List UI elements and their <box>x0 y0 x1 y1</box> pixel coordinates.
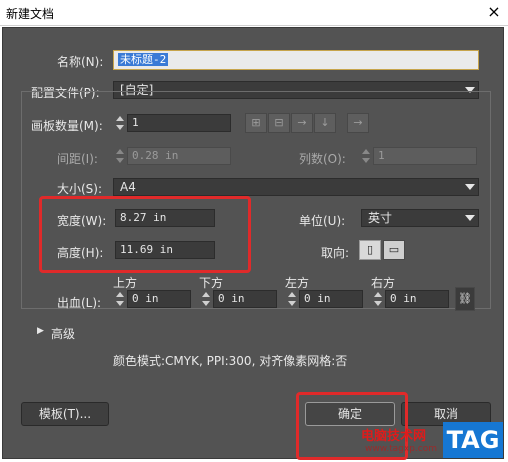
right-to-left-icon[interactable]: → <box>347 113 369 133</box>
units-label: 单位(U): <box>299 214 346 228</box>
name-label: 名称(N): <box>57 55 104 69</box>
columns-stepper[interactable] <box>361 147 371 165</box>
columns-input[interactable]: 1 <box>373 147 477 165</box>
advanced-label[interactable]: 高级 <box>51 325 75 342</box>
artboard-count-label: 画板数量(M): <box>31 119 103 133</box>
bleed-left-stepper[interactable] <box>287 290 297 308</box>
link-icon[interactable]: ⛓ <box>455 287 475 311</box>
orientation-label: 取向: <box>321 246 350 260</box>
bleed-bottom-input[interactable]: 0 in <box>213 290 277 308</box>
bleed-right-label: 右方 <box>371 276 396 290</box>
templates-button[interactable]: 模板(T)... <box>21 402 109 426</box>
size-value: A4 <box>120 180 136 194</box>
title-bar: 新建文档 × <box>0 0 508 26</box>
grid-by-row-icon[interactable]: ⊞ <box>245 113 267 133</box>
bleed-top-label: 上方 <box>113 276 138 290</box>
bleed-right-input[interactable]: 0 in <box>385 290 449 308</box>
highlight-box <box>39 196 251 273</box>
tag-logo: TAG <box>443 422 503 458</box>
watermark-site-text: 电脑技术网 <box>361 429 427 444</box>
name-value: 未标题-2 <box>118 53 169 66</box>
size-label: 大小(S): <box>57 182 103 196</box>
watermark-url-text: www.tagxp.com <box>365 444 437 454</box>
landscape-icon[interactable]: ▭ <box>383 240 405 260</box>
arrange-by-row-icon[interactable]: → <box>291 113 313 133</box>
close-icon[interactable]: × <box>480 0 508 26</box>
bleed-top-input[interactable]: 0 in <box>127 290 191 308</box>
window-title: 新建文档 <box>6 7 55 21</box>
chevron-down-icon <box>465 215 475 221</box>
spacing-label: 间距(I): <box>57 152 98 166</box>
portrait-icon[interactable]: ▯ <box>359 240 381 260</box>
name-input[interactable]: 未标题-2 <box>113 50 479 70</box>
grid-by-column-icon[interactable]: ⊟ <box>268 113 290 133</box>
arrange-by-column-icon[interactable]: ↓ <box>314 113 336 133</box>
spacing-stepper[interactable] <box>115 147 125 165</box>
bleed-left-input[interactable]: 0 in <box>299 290 363 308</box>
artboard-count-input[interactable]: 1 <box>127 114 231 132</box>
units-value: 英寸 <box>368 211 393 225</box>
bleed-bottom-stepper[interactable] <box>201 290 211 308</box>
chevron-down-icon <box>465 184 475 190</box>
info-text: 颜色模式:CMYK, PPI:300, 对齐像素网格:否 <box>113 354 348 368</box>
units-dropdown[interactable]: 英寸 <box>361 209 479 227</box>
columns-label: 列数(O): <box>299 152 346 166</box>
bleed-bottom-label: 下方 <box>199 276 224 290</box>
bleed-right-stepper[interactable] <box>373 290 383 308</box>
size-dropdown[interactable]: A4 <box>113 178 479 196</box>
new-document-dialog: 名称(N): 未标题-2 配置文件(P): [自定] 画板数量(M): 1 ⊞ … <box>2 27 504 460</box>
spacing-input[interactable]: 0.28 in <box>127 147 231 165</box>
expand-arrow-icon[interactable]: ▶ <box>37 326 44 336</box>
artboard-count-stepper[interactable] <box>115 114 125 132</box>
bleed-left-label: 左方 <box>285 276 310 290</box>
bleed-label: 出血(L): <box>57 296 102 310</box>
bleed-top-stepper[interactable] <box>115 290 125 308</box>
